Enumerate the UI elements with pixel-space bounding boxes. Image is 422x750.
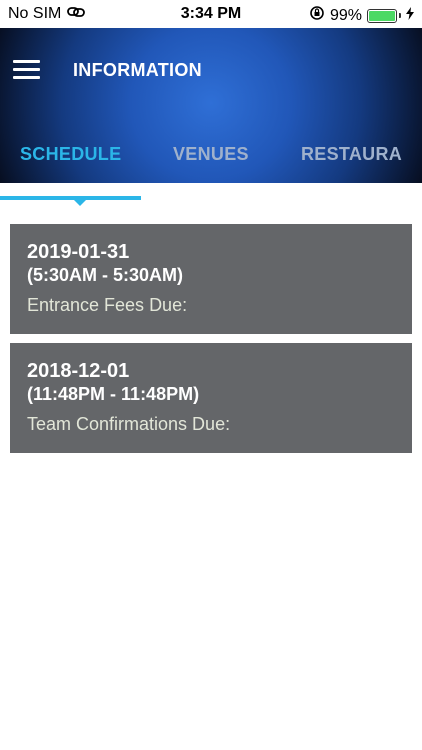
charging-bolt-icon <box>406 6 414 25</box>
schedule-time: (5:30AM - 5:30AM) <box>27 265 184 285</box>
tab-bar: SCHEDULE VENUES RESTAURA <box>0 144 422 168</box>
tab-restaurants[interactable]: RESTAURA <box>301 144 422 165</box>
hamburger-menu-icon[interactable] <box>13 60 40 80</box>
battery-percent: 99% <box>329 6 362 24</box>
tab-indicator <box>0 196 141 200</box>
schedule-description: Team Confirmations Due: <box>27 414 231 434</box>
schedule-description: Entrance Fees Due: <box>27 295 188 315</box>
status-bar: No SIM 3:34 PM 99% <box>0 0 422 28</box>
schedule-date: 2018-12-01 <box>27 360 130 382</box>
battery-icon <box>367 8 397 23</box>
schedule-date: 2019-01-31 <box>27 241 130 263</box>
schedule-card[interactable]: 2018-12-01 (11:48PM - 11:48PM) Team Conf… <box>10 343 412 453</box>
status-right: 99% <box>309 5 414 26</box>
tab-schedule[interactable]: SCHEDULE <box>20 144 121 165</box>
schedule-time: (11:48PM - 11:48PM) <box>27 384 200 404</box>
battery-fill <box>369 10 395 21</box>
page-title: INFORMATION <box>73 60 202 80</box>
battery-nub <box>399 13 401 18</box>
tab-venues[interactable]: VENUES <box>173 144 249 165</box>
orientation-lock-icon <box>309 5 325 26</box>
schedule-card[interactable]: 2019-01-31 (5:30AM - 5:30AM) Entrance Fe… <box>10 224 412 334</box>
app-header: INFORMATION SCHEDULE VENUES RESTAURA <box>0 28 422 183</box>
tab-indicator-notch <box>74 200 86 206</box>
